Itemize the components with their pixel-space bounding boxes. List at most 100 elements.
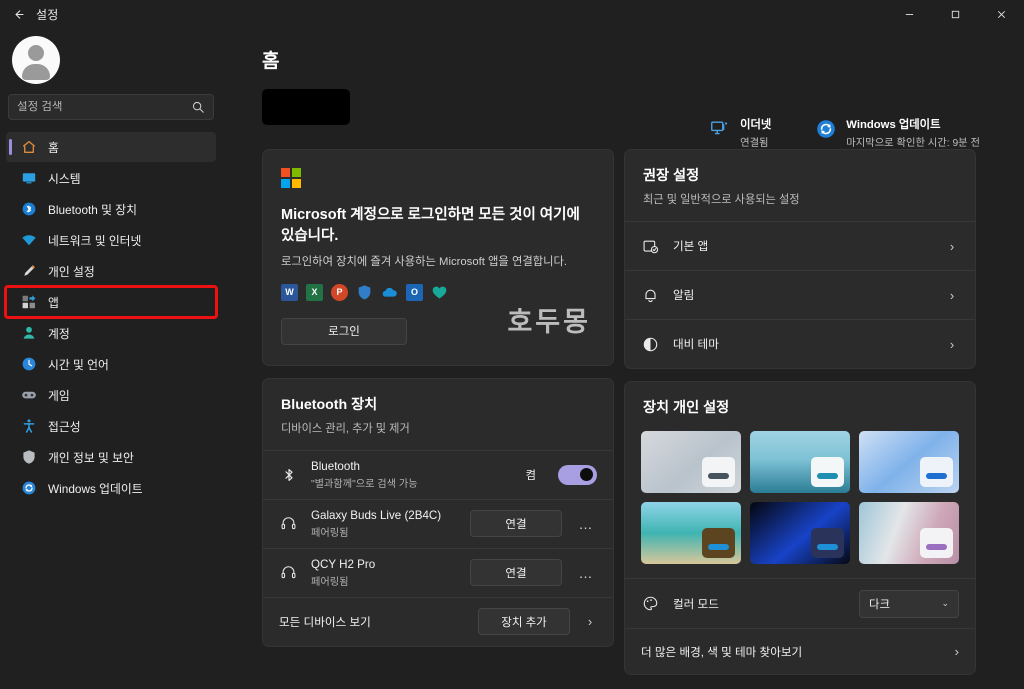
bluetooth-device-row[interactable]: Galaxy Buds Live (2B4C) 페어링됨 연결 … — [263, 498, 613, 548]
app-icon-row: W X P O — [281, 283, 595, 301]
status-title: Windows 업데이트 — [846, 119, 941, 131]
view-all-devices-label: 모든 디바이스 보기 — [279, 615, 371, 629]
sidebar-item-label: 시간 및 언어 — [48, 357, 109, 372]
maximize-icon[interactable] — [932, 0, 978, 28]
back-arrow-icon[interactable] — [0, 0, 36, 28]
status-windows-update[interactable]: Windows 업데이트 마지막으로 확인한 시간: 9분 전 — [815, 116, 980, 149]
gaming-icon — [20, 387, 37, 404]
powerpoint-icon: P — [331, 283, 348, 301]
sidebar-item-gaming[interactable]: 게임 — [6, 380, 216, 410]
onedrive-icon — [381, 284, 398, 301]
chevron-right-icon[interactable]: › — [955, 644, 959, 659]
theme-thumbnail[interactable] — [750, 502, 850, 564]
chevron-right-icon[interactable]: › — [945, 239, 959, 254]
connect-button[interactable]: 연결 — [470, 559, 562, 587]
sidebar-item-home[interactable]: 홈 — [6, 132, 216, 162]
recommended-item-default-apps[interactable]: 기본 앱 › — [625, 221, 975, 270]
theme-preview-window — [811, 457, 844, 487]
right-column: 권장 설정 최근 및 일반적으로 사용되는 설정 기본 앱 › 알림 › 대비 … — [624, 149, 976, 675]
sidebar-item-system[interactable]: 시스템 — [6, 163, 216, 193]
redacted-account-block — [262, 89, 350, 125]
bluetooth-device-row[interactable]: QCY H2 Pro 페어링됨 연결 … — [263, 547, 613, 597]
apps-icon — [20, 294, 37, 311]
search-input[interactable] — [17, 101, 191, 113]
excel-icon: X — [306, 283, 323, 301]
accounts-icon — [20, 325, 37, 342]
recommended-item-label: 알림 — [673, 289, 695, 302]
more-options-icon[interactable]: … — [575, 565, 597, 581]
headphones-icon — [279, 514, 298, 533]
status-strip: 이더넷 연결됨 Windows 업데이트 마지막으로 확인한 시간: 9분 전 — [709, 116, 980, 149]
connect-button[interactable]: 연결 — [470, 510, 562, 538]
theme-thumbnail[interactable] — [859, 431, 959, 493]
sidebar-item-bluetooth[interactable]: Bluetooth 및 장치 — [6, 194, 216, 224]
bluetooth-icon — [20, 201, 37, 218]
bluetooth-card-head: Bluetooth 장치 디바이스 관리, 추가 및 제거 — [263, 379, 613, 450]
more-options-icon[interactable]: … — [575, 516, 597, 532]
sidebar-item-personalization[interactable]: 개인 설정 — [6, 256, 216, 286]
recommended-item-notifications[interactable]: 알림 › — [625, 270, 975, 319]
health-icon — [431, 284, 448, 301]
theme-thumbnail[interactable] — [750, 431, 850, 493]
search-box[interactable] — [8, 94, 214, 120]
color-mode-select[interactable]: 다크 ⌄ — [859, 589, 959, 618]
theme-thumbnail[interactable] — [859, 502, 959, 564]
theme-preview-window — [811, 528, 844, 558]
status-ethernet[interactable]: 이더넷 연결됨 — [709, 116, 771, 149]
bluetooth-icon — [279, 465, 298, 484]
bluetooth-row-title: Bluetooth — [311, 459, 360, 473]
sidebar-item-privacy-security[interactable]: 개인 정보 및 보안 — [6, 442, 216, 472]
time-language-icon — [20, 356, 37, 373]
sidebar-item-label: Windows 업데이트 — [48, 481, 143, 496]
outlook-icon: O — [406, 283, 423, 301]
theme-thumbnail[interactable] — [641, 431, 741, 493]
sidebar-item-label: 홈 — [48, 140, 59, 155]
avatar-container[interactable] — [6, 28, 216, 94]
recommended-item-label: 기본 앱 — [673, 240, 709, 253]
chevron-right-icon[interactable]: › — [945, 288, 959, 303]
ethernet-icon — [711, 121, 728, 135]
add-device-button[interactable]: 장치 추가 — [478, 608, 570, 636]
color-mode-row[interactable]: 컬러 모드 다크 ⌄ — [625, 578, 975, 628]
view-all-devices-row[interactable]: 모든 디바이스 보기 장치 추가 › — [263, 596, 613, 646]
bluetooth-toggle-row[interactable]: Bluetooth "별과함께"으로 검색 가능 켬 — [263, 449, 613, 499]
status-title: 이더넷 — [740, 119, 772, 131]
browse-more-themes-row[interactable]: 더 많은 배경, 색 및 테마 찾아보기 › — [625, 628, 975, 674]
theme-preview-window — [920, 457, 953, 487]
device-personalization-card: 장치 개인 설정 컬러 모드 다크 ⌄ 더 많은 배경, 색 및 테마 찾아보기… — [624, 381, 976, 675]
theme-preview-window — [920, 528, 953, 558]
chevron-right-icon[interactable]: › — [583, 614, 597, 629]
recommended-settings-card: 권장 설정 최근 및 일반적으로 사용되는 설정 기본 앱 › 알림 › 대비 … — [624, 149, 976, 369]
sidebar-item-label: 접근성 — [48, 419, 81, 434]
sidebar-item-time-language[interactable]: 시간 및 언어 — [6, 349, 216, 379]
recommended-card-head: 권장 설정 최근 및 일반적으로 사용되는 설정 — [625, 150, 975, 221]
word-icon: W — [281, 283, 298, 301]
sidebar-item-windows-update[interactable]: Windows 업데이트 — [6, 473, 216, 503]
device-status: 페어링됨 — [311, 527, 349, 539]
search-icon — [192, 101, 204, 113]
browse-more-label: 더 많은 배경, 색 및 테마 찾아보기 — [641, 645, 803, 659]
sidebar-item-label: 개인 정보 및 보안 — [48, 450, 134, 465]
close-icon[interactable] — [978, 0, 1024, 28]
sidebar-item-apps[interactable]: 앱 — [4, 285, 218, 319]
minimize-icon[interactable] — [886, 0, 932, 28]
theme-preview-window — [702, 528, 735, 558]
avatar[interactable] — [12, 36, 60, 84]
personalization-icon — [20, 263, 37, 280]
avatar-torso — [22, 64, 50, 80]
window-title: 설정 — [36, 7, 59, 22]
device-status: 페어링됨 — [311, 576, 349, 588]
bluetooth-row-sub: "별과함께"으로 검색 가능 — [311, 478, 418, 490]
sidebar-item-accounts[interactable]: 계정 — [6, 318, 216, 348]
main-content: 홈 이더넷 연결됨 Windows 업데이트 마지막으로 확인한 시간: 9분 … — [222, 28, 1024, 689]
sidebar-item-network[interactable]: 네트워크 및 인터넷 — [6, 225, 216, 255]
title-bar: 설정 — [0, 0, 1024, 28]
recommended-item-contrast-theme[interactable]: 대비 테마 › — [625, 319, 975, 368]
device-name: QCY H2 Pro — [311, 557, 376, 571]
login-button[interactable]: 로그인 — [281, 317, 407, 345]
bluetooth-toggle[interactable] — [558, 464, 597, 485]
chevron-right-icon[interactable]: › — [945, 337, 959, 352]
color-mode-value: 다크 — [869, 598, 890, 611]
theme-thumbnail[interactable] — [641, 502, 741, 564]
sidebar-item-accessibility[interactable]: 접근성 — [6, 411, 216, 441]
